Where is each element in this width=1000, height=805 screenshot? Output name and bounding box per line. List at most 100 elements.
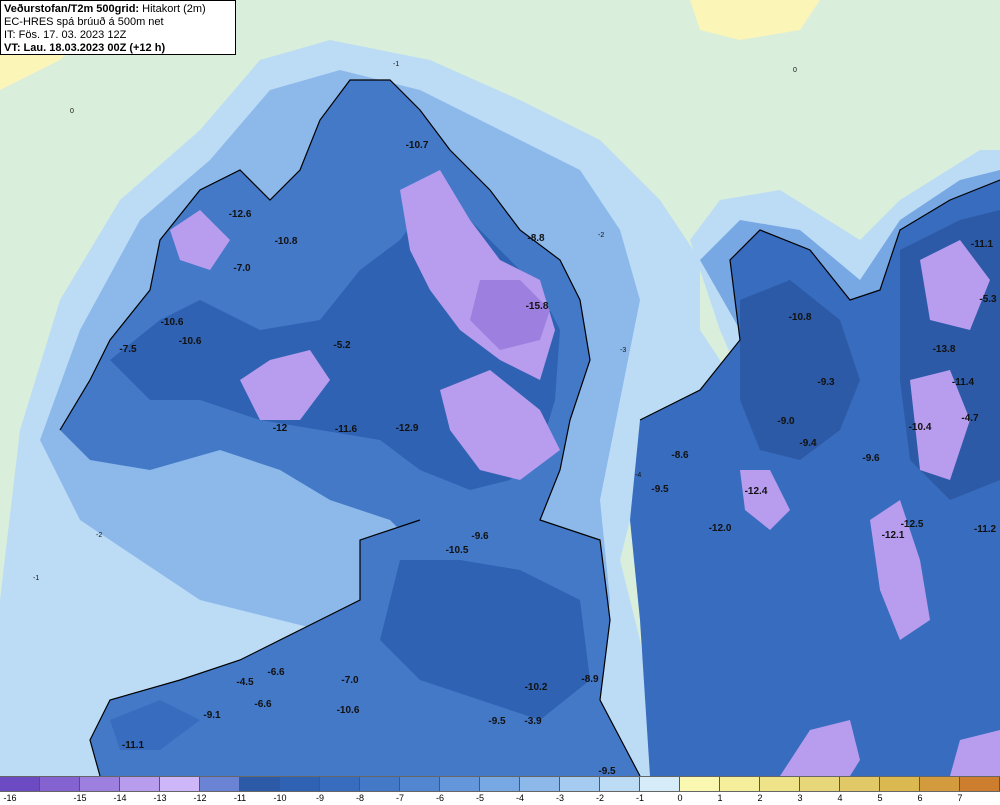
temperature-value-label: -11.1 xyxy=(122,740,145,751)
temperature-value-label: -8.9 xyxy=(581,674,599,685)
valid-time: VT: Lau. 18.03.2023 00Z (+12 h) xyxy=(4,42,166,54)
colorbar-swatch xyxy=(600,777,640,791)
colorbar-swatch xyxy=(400,777,440,791)
temperature-map[interactable]: 0 0 -1 -1 -2 -2 -3 -4 -12.6 -10.8 -7.0 -10.… xyxy=(0,0,1000,776)
colorbar-swatch xyxy=(200,777,240,791)
temperature-value-label: -12.0 xyxy=(709,523,732,534)
temperature-value-label: -7.0 xyxy=(233,263,251,274)
colorbar-tick-label: -3 xyxy=(555,793,565,803)
temperature-value-label: -9.5 xyxy=(488,716,506,727)
sea-contour-m3: -3 xyxy=(620,347,626,354)
colorbar-swatch xyxy=(800,777,840,791)
temperature-value-label: -5.3 xyxy=(979,294,997,305)
temperature-value-label: -8.6 xyxy=(671,450,689,461)
colorbar-swatch xyxy=(360,777,400,791)
sea-contour-0-ne: 0 xyxy=(793,67,797,74)
model-line: EC-HRES spá brúuð á 500m net xyxy=(4,16,164,28)
temperature-value-label: -11.4 xyxy=(952,377,975,388)
temperature-value-label: -12.6 xyxy=(229,209,252,220)
colorbar-tick-label: -12 xyxy=(193,793,207,803)
colorbar-swatch xyxy=(160,777,200,791)
temperature-value-label: -10.6 xyxy=(337,705,360,716)
colorbar-swatch xyxy=(880,777,920,791)
colorbar-swatch xyxy=(640,777,680,791)
colorbar-tick-label: -11 xyxy=(233,793,247,803)
temperature-value-label: -9.5 xyxy=(598,766,616,776)
colorbar-swatch xyxy=(840,777,880,791)
colorbar-labels: -16 -15 -14 -13 -12 -11 -10 -9 -8 -7 -6 -5 -4 -3 -2 -1 0… xyxy=(0,793,1000,805)
info-box: Veðurstofan/T2m 500grid: Hitakort (2m) E… xyxy=(0,0,236,55)
colorbar-tick-label: 1 xyxy=(717,793,723,803)
product-desc: Hitakort (2m) xyxy=(142,3,206,15)
colorbar-swatch xyxy=(40,777,80,791)
colorbar-swatch xyxy=(120,777,160,791)
colorbar-tick-label: -8 xyxy=(355,793,365,803)
colorbar-swatch xyxy=(480,777,520,791)
colorbar-tick-label: -10 xyxy=(273,793,287,803)
colorbar-tick-label: -16 xyxy=(3,793,17,803)
product-name: Veðurstofan/T2m 500grid: xyxy=(4,3,140,15)
colorbar-tick-label: -15 xyxy=(73,793,87,803)
temperature-value-label: -10.6 xyxy=(179,336,202,347)
sea-contour-m2-e: -2 xyxy=(598,232,604,239)
colorbar-tick-label: -7 xyxy=(395,793,405,803)
map-canvas: 0 0 -1 -1 -2 -2 -3 -4 -12.6 -10.8 -7.0 -10.… xyxy=(0,0,1000,776)
temperature-value-label: -10.2 xyxy=(525,682,548,693)
sea-contour-0-nw: 0 xyxy=(70,108,74,115)
temperature-value-label: -7.0 xyxy=(341,675,359,686)
temperature-value-label: -4.7 xyxy=(961,413,979,424)
colorbar-swatch xyxy=(680,777,720,791)
colorbar-tick-label: -5 xyxy=(475,793,485,803)
temperature-value-label: -9.3 xyxy=(817,377,835,388)
colorbar-swatch xyxy=(920,777,960,791)
temperature-value-label: -10.4 xyxy=(909,422,932,433)
temperature-value-label: -9.5 xyxy=(651,484,669,495)
colorbar-tick-label: 5 xyxy=(877,793,883,803)
temperature-value-label: -9.6 xyxy=(862,453,880,464)
colorbar-swatch xyxy=(0,777,40,791)
sea-contour-m2-w: -2 xyxy=(96,532,102,539)
temperature-value-label: -11.2 xyxy=(974,524,997,535)
colorbar-swatch xyxy=(240,777,280,791)
colorbar-swatch xyxy=(560,777,600,791)
colorbar-tick-label: 0 xyxy=(677,793,683,803)
temperature-value-label: -9.6 xyxy=(471,531,489,542)
colorbar-swatch xyxy=(520,777,560,791)
colorbar-swatch xyxy=(720,777,760,791)
colorbar-swatch xyxy=(960,777,1000,791)
colorbar-tick-label: 4 xyxy=(837,793,843,803)
colorbar-swatch xyxy=(320,777,360,791)
colorbar-tick-label: 6 xyxy=(917,793,923,803)
colorbar-tick-label: 3 xyxy=(797,793,803,803)
colorbar-swatch xyxy=(280,777,320,791)
temperature-value-label: -15.8 xyxy=(526,301,549,312)
sea-contour-m4: -4 xyxy=(635,472,641,479)
temperature-value-label: -12.1 xyxy=(882,530,905,541)
temperature-value-label: -10.5 xyxy=(446,545,469,556)
initial-time: IT: Fös. 17. 03. 2023 12Z xyxy=(4,29,127,41)
temperature-value-label: -12.9 xyxy=(396,423,419,434)
temperature-value-label: -8.8 xyxy=(527,233,545,244)
temperature-value-label: -6.6 xyxy=(254,699,272,710)
temperature-value-label: -11.1 xyxy=(971,239,994,250)
sea-contour-m1-n: -1 xyxy=(393,61,399,68)
temperature-value-label: -3.9 xyxy=(524,716,542,727)
temperature-value-label: -10.8 xyxy=(789,312,812,323)
temperature-value-label: -10.8 xyxy=(275,236,298,247)
colorbar-tick-label: -2 xyxy=(595,793,605,803)
colorbar-tick-label: -9 xyxy=(315,793,325,803)
colorbar-tick-label: 2 xyxy=(757,793,763,803)
temperature-value-label: -9.1 xyxy=(203,710,221,721)
temperature-value-label: -10.7 xyxy=(406,140,429,151)
temperature-value-label: -9.4 xyxy=(799,438,817,449)
colorbar-tick-label: -6 xyxy=(435,793,445,803)
colorbar-swatch xyxy=(760,777,800,791)
temperature-value-label: -5.2 xyxy=(333,340,351,351)
colorbar-tick-label: -14 xyxy=(113,793,127,803)
temperature-value-label: -7.5 xyxy=(119,344,137,355)
colorbar-swatches xyxy=(0,776,1000,792)
colorbar-tick-label: 7 xyxy=(957,793,963,803)
temperature-value-label: -12.4 xyxy=(745,486,768,497)
temperature-value-label: -12 xyxy=(273,423,288,434)
temperature-value-label: -6.6 xyxy=(267,667,285,678)
